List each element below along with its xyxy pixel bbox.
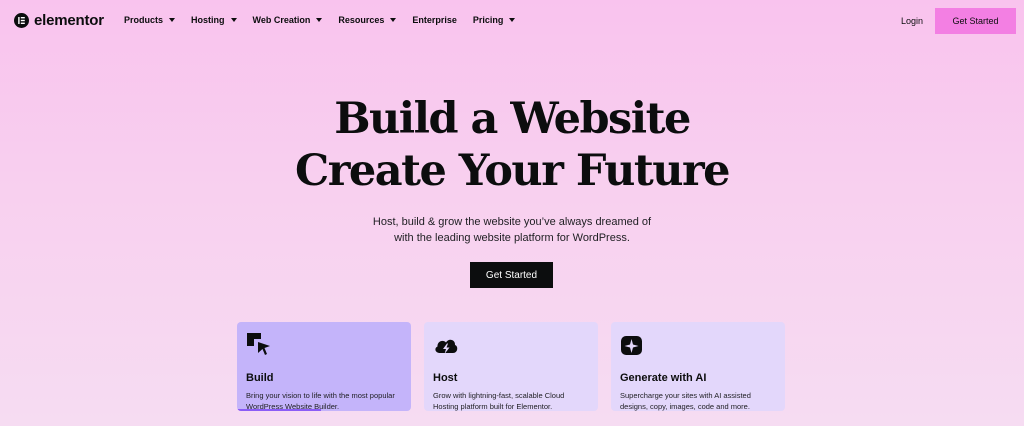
- login-link[interactable]: Login: [901, 16, 923, 26]
- elementor-logo[interactable]: elementor: [14, 12, 104, 29]
- feature-card-host[interactable]: Host Grow with lightning-fast, scalable …: [424, 322, 598, 411]
- menu-item-label: Hosting: [191, 15, 225, 25]
- hero-subtitle-line-1: Host, build & grow the website you’ve al…: [372, 216, 652, 228]
- hero-title-line-2: Create Your Future: [295, 146, 731, 196]
- feature-card-desc-line-2: Hosting platform built for Elementor.: [433, 402, 553, 411]
- main-menu: Products Hosting Web Creation Resources …: [124, 15, 531, 25]
- feature-card-generate-ai[interactable]: Generate with AI Supercharge your sites …: [611, 322, 785, 411]
- feature-card-title: Generate with AI: [620, 372, 707, 384]
- menu-item-label: Resources: [338, 15, 385, 25]
- menu-item-pricing[interactable]: Pricing: [473, 15, 516, 25]
- feature-card-desc-line-1: Grow with lightning-fast, scalable Cloud: [433, 391, 565, 400]
- menu-item-label: Products: [124, 15, 164, 25]
- feature-card-build[interactable]: Build Bring your vision to life with the…: [237, 322, 411, 411]
- menu-item-label: Enterprise: [412, 15, 457, 25]
- menu-item-web-creation[interactable]: Web Creation: [253, 15, 323, 25]
- feature-card-description: Grow with lightning-fast, scalable Cloud…: [433, 390, 589, 412]
- get-started-nav-button[interactable]: Get Started: [935, 8, 1016, 34]
- chevron-down-icon: [230, 18, 237, 22]
- feature-card-desc-line-1: Bring your vision to life with the most …: [246, 391, 395, 400]
- menu-item-enterprise[interactable]: Enterprise: [412, 15, 457, 25]
- hero-subtitle-line-2: with the leading website platform for Wo…: [394, 232, 630, 244]
- chevron-down-icon: [390, 18, 397, 22]
- feature-card-description: Bring your vision to life with the most …: [246, 390, 402, 411]
- feature-card-desc-line-1: Supercharge your sites with AI assisted: [620, 391, 751, 400]
- menu-item-label: Pricing: [472, 15, 504, 25]
- hero-title: Build a Website Create Your Future: [0, 93, 1024, 197]
- feature-progress-bar: [237, 409, 321, 411]
- get-started-hero-button[interactable]: Get Started: [470, 262, 553, 288]
- elementor-logo-icon: [14, 13, 29, 28]
- cloud-lightning-icon: [433, 332, 589, 356]
- hero-subtitle: Host, build & grow the website you’ve al…: [0, 214, 1024, 246]
- chevron-down-icon: [509, 18, 516, 22]
- menu-item-hosting[interactable]: Hosting: [191, 15, 237, 25]
- menu-item-label: Web Creation: [252, 15, 311, 25]
- top-navigation: elementor Products Hosting Web Creation …: [0, 0, 1024, 42]
- brand-name: elementor: [34, 12, 104, 29]
- build-cursor-icon: [246, 332, 402, 356]
- feature-card-title: Host: [433, 372, 458, 384]
- menu-item-resources[interactable]: Resources: [338, 15, 397, 25]
- hero-title-line-1: Build a Website: [334, 94, 691, 144]
- feature-card-title: Build: [246, 372, 274, 384]
- feature-card-description: Supercharge your sites with AI assisted …: [620, 390, 776, 412]
- chevron-down-icon: [169, 18, 176, 22]
- feature-card-desc-line-2: designs, copy, images, code and more.: [620, 402, 750, 411]
- chevron-down-icon: [316, 18, 323, 22]
- menu-item-products[interactable]: Products: [124, 15, 176, 25]
- ai-sparkle-icon: [620, 332, 776, 356]
